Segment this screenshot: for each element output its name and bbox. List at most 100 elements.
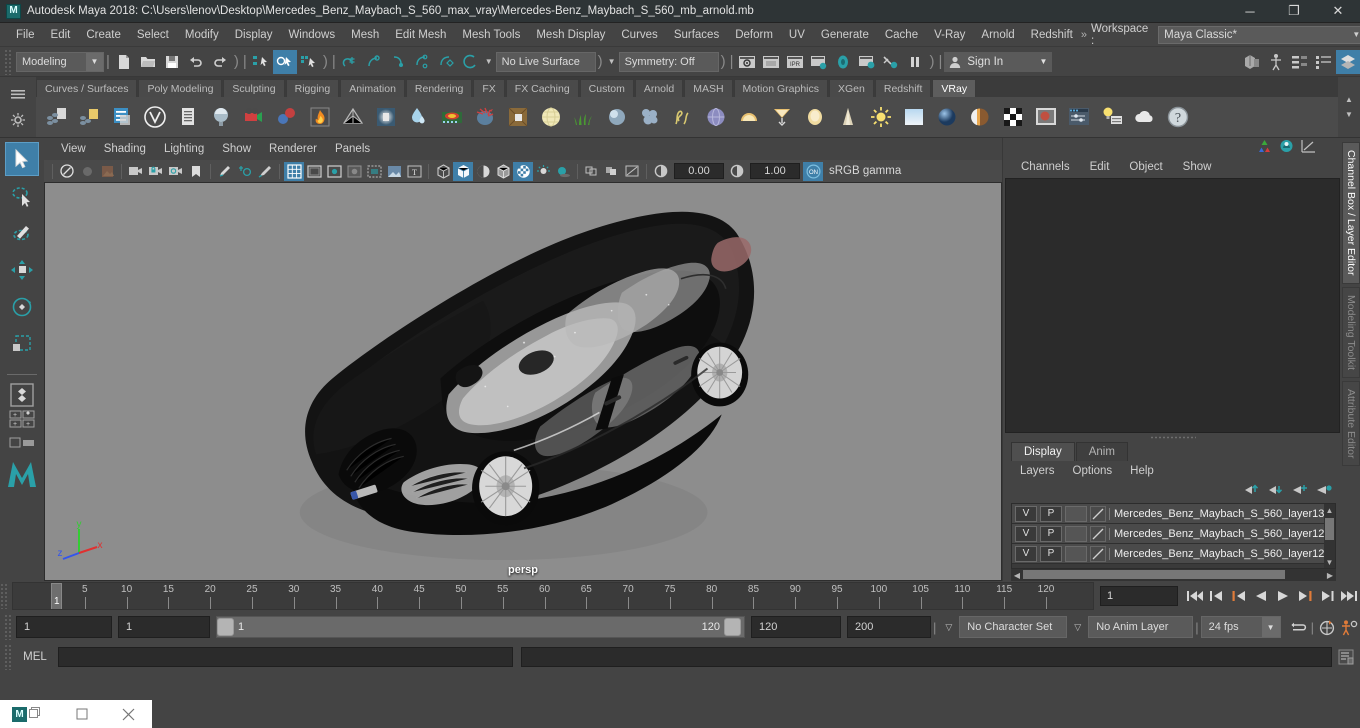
xray-display-icon[interactable] xyxy=(364,162,384,181)
step-back-key-button[interactable] xyxy=(1206,585,1228,607)
menu-select[interactable]: Select xyxy=(129,23,177,47)
vray-sun-icon[interactable] xyxy=(865,100,897,134)
snap-to-projected-center-icon[interactable] xyxy=(410,50,434,74)
deformer-icon[interactable] xyxy=(1279,139,1294,156)
range-start-handle[interactable] xyxy=(217,618,234,636)
vray-displacement-icon[interactable] xyxy=(634,100,666,134)
viewport-menu-view[interactable]: View xyxy=(52,138,95,160)
layer-list-horizontal-scrollbar[interactable]: ◀ ▶ xyxy=(1011,569,1336,581)
smooth-shading-icon[interactable] xyxy=(453,161,473,181)
menu-modify[interactable]: Modify xyxy=(177,23,227,47)
camera-lock-icon[interactable] xyxy=(146,162,166,181)
character-set-field[interactable]: No Character Set xyxy=(959,616,1068,638)
split-layout-icon[interactable] xyxy=(5,431,39,455)
move-layer-up-icon[interactable] xyxy=(1244,483,1260,499)
screenspace-ao-icon[interactable] xyxy=(582,162,602,181)
channel-menu-object[interactable]: Object xyxy=(1119,156,1172,178)
single-view-layout-icon[interactable] xyxy=(5,383,39,407)
current-frame-field[interactable]: 1 xyxy=(1100,586,1178,606)
taskbar-maya-icon[interactable]: M xyxy=(0,700,59,728)
shelf-tab-redshift[interactable]: Redshift xyxy=(874,79,932,97)
step-forward-key-button[interactable] xyxy=(1316,585,1338,607)
animation-start-time-field[interactable]: 1 xyxy=(16,616,112,638)
taskbar-minimize-button[interactable] xyxy=(59,700,106,728)
vray-material-preview-icon[interactable] xyxy=(1030,100,1062,134)
bookmark-camera-icon[interactable] xyxy=(126,162,146,181)
vray-light-lister-icon[interactable] xyxy=(1096,100,1128,134)
command-line-grip[interactable] xyxy=(4,644,12,670)
layer-menu-layers[interactable]: Layers xyxy=(1011,461,1064,481)
shaded-lighting-icon[interactable] xyxy=(473,162,493,181)
scrollbar-thumb[interactable] xyxy=(1023,570,1285,579)
camera-settings-icon[interactable] xyxy=(166,162,186,181)
vray-light-rect-icon[interactable] xyxy=(370,100,402,134)
time-slider[interactable]: 1 5 10 15 20 25 30 35 40 45 50 55 60 65 70 75 80 85 90 95 1… xyxy=(12,582,1094,610)
auto-keyframe-icon[interactable] xyxy=(1316,616,1338,638)
layer-playback-toggle[interactable]: P xyxy=(1040,545,1062,562)
redo-render-icon[interactable] xyxy=(759,50,783,74)
menu-surfaces[interactable]: Surfaces xyxy=(666,23,727,47)
vtab-modeling-toolkit[interactable]: Modeling Toolkit xyxy=(1342,286,1360,378)
rotate-tool[interactable] xyxy=(5,290,39,324)
play-forwards-button[interactable] xyxy=(1272,585,1294,607)
sign-in-button[interactable]: Sign In ▼ xyxy=(944,51,1053,72)
layer-color-swatch[interactable] xyxy=(1090,545,1106,562)
loop-playback-icon[interactable] xyxy=(1287,616,1309,638)
new-layer-from-selected-icon[interactable] xyxy=(1316,483,1332,499)
lasso-select-tool[interactable] xyxy=(5,179,39,213)
maximize-button[interactable]: ❐ xyxy=(1272,0,1316,23)
character-controls-icon[interactable] xyxy=(1264,50,1288,74)
camera-attributes-icon[interactable] xyxy=(97,162,117,181)
color-management-toggle-icon[interactable]: ON xyxy=(803,161,823,181)
vray-checker-texture-icon[interactable] xyxy=(997,100,1029,134)
animation-end-time-field[interactable]: 200 xyxy=(846,616,931,638)
vray-sky-icon[interactable] xyxy=(898,100,930,134)
vray-clipper-icon[interactable] xyxy=(502,100,534,134)
live-surface-field[interactable]: No Live Surface xyxy=(495,51,596,72)
select-by-hierarchy-icon[interactable] xyxy=(249,50,273,74)
texture-display-icon[interactable] xyxy=(384,162,404,181)
vray-cloud-icon[interactable] xyxy=(1129,100,1161,134)
move-layer-down-icon[interactable] xyxy=(1268,483,1284,499)
command-language-label[interactable]: MEL xyxy=(12,651,58,663)
select-by-object-icon[interactable] xyxy=(272,49,297,74)
render-settings-icon[interactable] xyxy=(807,50,831,74)
grease-pencil-icon[interactable] xyxy=(215,162,235,181)
go-to-start-button[interactable] xyxy=(1184,585,1206,607)
render-current-frame-icon[interactable] xyxy=(735,50,759,74)
vray-fur-icon[interactable] xyxy=(469,100,501,134)
scroll-up-icon[interactable]: ▲ xyxy=(1324,504,1335,516)
vray-water-icon[interactable] xyxy=(403,100,435,134)
shelf-tab-motion-graphics[interactable]: Motion Graphics xyxy=(733,79,828,97)
menu-edit[interactable]: Edit xyxy=(43,23,79,47)
shelf-tab-rigging[interactable]: Rigging xyxy=(285,79,340,97)
layer-playback-toggle[interactable]: P xyxy=(1040,505,1062,522)
step-back-frame-button[interactable] xyxy=(1228,585,1250,607)
vray-hair-icon[interactable] xyxy=(667,100,699,134)
range-slider[interactable]: 1 120 xyxy=(216,616,745,638)
vray-sphere-light-icon[interactable] xyxy=(700,100,732,134)
ipr-render-icon[interactable]: IPR xyxy=(783,50,807,74)
new-layer-icon[interactable] xyxy=(1292,483,1308,499)
shelf-tab-arnold[interactable]: Arnold xyxy=(634,79,684,97)
anim-layer-field[interactable]: No Anim Layer xyxy=(1088,616,1194,638)
chevron-down-icon[interactable]: ▼ xyxy=(482,57,496,66)
tab-display-layers[interactable]: Display xyxy=(1011,442,1075,461)
undo-icon[interactable] xyxy=(184,50,208,74)
script-editor-icon[interactable] xyxy=(1336,647,1356,667)
vray-material-sphere-icon[interactable] xyxy=(205,100,237,134)
shelf-tab-curves-surfaces[interactable]: Curves / Surfaces xyxy=(36,79,138,97)
layer-name[interactable]: Mercedes_Benz_Maybach_S_560_layer130 xyxy=(1109,507,1330,520)
go-to-end-button[interactable] xyxy=(1338,585,1360,607)
character-set-menu-icon[interactable]: ▽ xyxy=(938,622,959,633)
vray-volume-grid-icon[interactable] xyxy=(436,100,468,134)
vray-render-settings-panel-icon[interactable] xyxy=(1063,100,1095,134)
channel-menu-edit[interactable]: Edit xyxy=(1080,156,1120,178)
close-button[interactable]: ✕ xyxy=(1316,0,1360,23)
select-camera-icon[interactable] xyxy=(57,162,77,181)
layer-shading-toggle[interactable] xyxy=(1065,505,1087,522)
layer-visibility-toggle[interactable]: V xyxy=(1015,545,1037,562)
vtab-attribute-editor[interactable]: Attribute Editor xyxy=(1342,380,1360,467)
menu-redshift[interactable]: Redshift xyxy=(1023,23,1081,47)
layer-name[interactable]: Mercedes_Benz_Maybach_S_560_layer128 xyxy=(1109,547,1330,560)
